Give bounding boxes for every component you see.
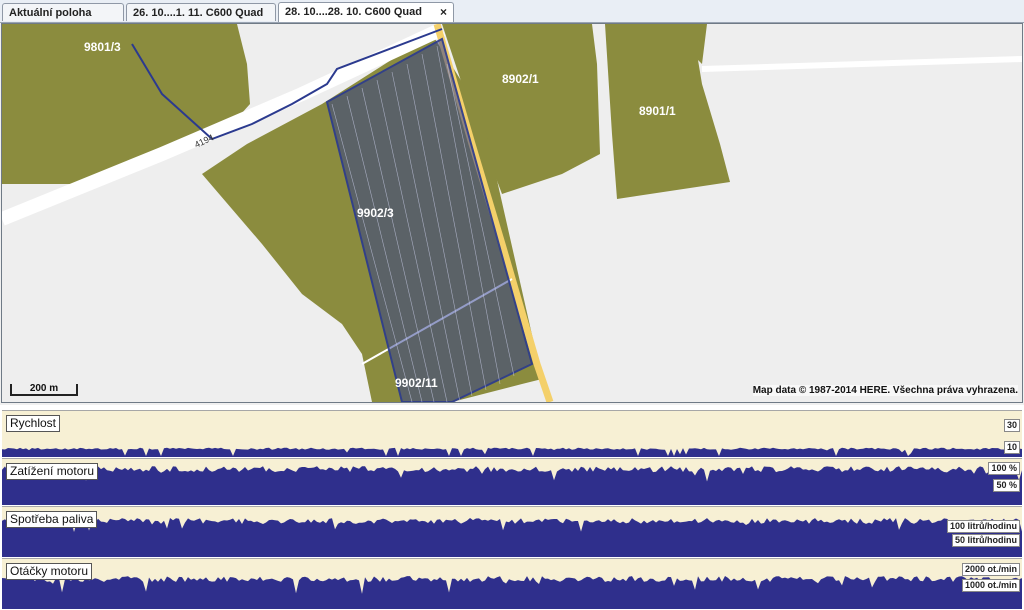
parcel-label: 9801/3 xyxy=(84,40,121,54)
chart-upper-label: 100 % xyxy=(988,462,1020,475)
parcel-label: 9902/3 xyxy=(357,206,394,220)
map-copyright: Map data © 1987-2014 HERE. Všechna práva… xyxy=(752,385,1018,396)
scale-bar: 200 m xyxy=(10,384,78,396)
tab-label: 28. 10....28. 10. C600 Quad xyxy=(285,6,422,18)
tab-label: 26. 10....1. 11. C600 Quad xyxy=(133,7,264,19)
close-icon[interactable]: × xyxy=(440,3,447,21)
chart-title: Rychlost xyxy=(6,415,61,432)
tab-current-position[interactable]: Aktuální poloha xyxy=(2,3,124,21)
chart-title: Zatížení motoru xyxy=(6,463,99,480)
chart-panel-engine-load[interactable]: Zatížení motoru 100 % 50 % xyxy=(2,458,1022,505)
field-9801-3 xyxy=(2,24,250,184)
tab-range-26-10[interactable]: 26. 10....1. 11. C600 Quad xyxy=(126,3,276,21)
chart-lower-label: 1000 ot./min xyxy=(961,579,1020,592)
chart-series-area xyxy=(2,447,1022,457)
tab-bar: Aktuální poloha 26. 10....1. 11. C600 Qu… xyxy=(0,0,1024,23)
chart-series-area xyxy=(2,518,1022,557)
scale-label: 200 m xyxy=(29,383,59,394)
chart-panel-rpm[interactable]: Otáčky motoru 2000 ot./min 1000 ot./min xyxy=(2,558,1022,609)
chart-engine-load xyxy=(2,466,1022,505)
chart-upper-label: 2000 ot./min xyxy=(961,563,1020,576)
chart-panel-speed[interactable]: Rychlost 30 10 xyxy=(2,410,1022,457)
chart-title: Spotřeba paliva xyxy=(6,511,98,528)
parcel-label: 8901/1 xyxy=(639,104,676,118)
chart-speed xyxy=(2,447,1022,457)
parcel-label: 8902/1 xyxy=(502,72,539,86)
chart-upper-label: 30 xyxy=(1003,419,1020,432)
chart-upper-label: 100 litrů/hodinu xyxy=(946,520,1020,533)
chart-panel-fuel[interactable]: Spotřeba paliva 100 litrů/hodinu 50 litr… xyxy=(2,506,1022,557)
tab-label: Aktuální poloha xyxy=(9,7,92,19)
chart-lower-label: 50 litrů/hodinu xyxy=(952,534,1020,547)
chart-series-area xyxy=(2,576,1022,609)
parcel-label: 9902/11 xyxy=(395,376,438,390)
chart-rpm xyxy=(2,576,1022,609)
tab-range-28-10[interactable]: 28. 10....28. 10. C600 Quad × xyxy=(278,2,454,22)
road-side xyxy=(701,56,1022,72)
chart-lower-label: 50 % xyxy=(993,479,1020,492)
chart-lower-label: 10 xyxy=(1003,441,1020,454)
charts-area: Rychlost 30 10 Zatížení motoru 100 % 50 … xyxy=(0,405,1024,610)
map-view[interactable]: 9801/3 8902/1 8901/1 9902/3 9902/11 4194… xyxy=(1,23,1023,403)
chart-title: Otáčky motoru xyxy=(6,563,93,580)
chart-series-area xyxy=(2,466,1022,505)
chart-fuel xyxy=(2,518,1022,557)
